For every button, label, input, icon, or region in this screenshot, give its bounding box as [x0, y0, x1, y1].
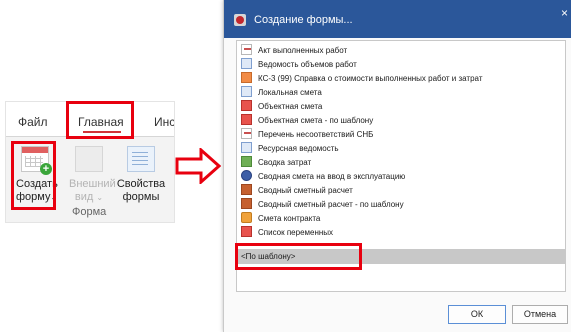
globe-icon: [241, 170, 252, 182]
list-item[interactable]: Список переменных: [241, 225, 333, 240]
document-icon: [241, 44, 252, 56]
external-view-button[interactable]: Внешний вид ⌄: [69, 146, 116, 204]
highlight-create-form: [11, 141, 56, 210]
list-item[interactable]: Сводка затрат: [241, 155, 311, 170]
list-item[interactable]: Ведомость объемов работ: [241, 57, 357, 72]
list-item[interactable]: Сводная смета на ввод в эксплуатацию: [241, 169, 405, 184]
external-view-label-line1: Внешний: [69, 178, 116, 190]
estimate-icon: [241, 114, 252, 126]
tab-file[interactable]: Файл: [18, 115, 48, 129]
calculation-icon: [241, 184, 252, 196]
list-item[interactable]: Сводный сметный расчет: [241, 183, 353, 198]
list-item[interactable]: Смета контракта: [241, 211, 320, 226]
report-icon: [241, 72, 252, 84]
estimate-icon: [241, 100, 252, 112]
create-form-dialog: Создание формы... × Акт выполненных рабо…: [223, 0, 571, 332]
chevron-down-icon: ⌄: [96, 193, 104, 202]
tab-tools[interactable]: Инстр: [154, 115, 174, 129]
dialog-title: Создание формы...: [254, 14, 353, 26]
dialog-titlebar[interactable]: Создание формы... ×: [224, 0, 571, 38]
cancel-button[interactable]: Отмена: [512, 305, 568, 324]
list-item[interactable]: Объектная смета: [241, 99, 322, 114]
variables-icon: [241, 226, 252, 238]
list-item[interactable]: Ресурсная ведомость: [241, 141, 339, 156]
highlight-template-item: [235, 243, 362, 270]
list-item[interactable]: Локальная смета: [241, 85, 322, 100]
external-view-label-line2: вид: [74, 191, 94, 203]
form-properties-label-line1: Свойства: [116, 178, 166, 190]
highlight-home-tab: [66, 101, 134, 139]
list-item[interactable]: Сводный сметный расчет - по шаблону: [241, 197, 404, 212]
sheet-icon: [241, 58, 252, 70]
document-icon: [241, 128, 252, 140]
list-item[interactable]: КС-3 (99) Справка о стоимости выполненны…: [241, 71, 482, 86]
sheet-icon: [241, 142, 252, 154]
sheet-icon: [241, 86, 252, 98]
list-item[interactable]: Перечень несоответствий СНБ: [241, 127, 373, 142]
form-properties-icon: [127, 146, 155, 172]
calculation-icon: [241, 198, 252, 210]
close-icon[interactable]: ×: [561, 6, 568, 20]
external-view-icon: [75, 146, 103, 172]
app-icon: [234, 14, 246, 26]
list-item[interactable]: Акт выполненных работ: [241, 43, 347, 58]
ribbon-group-label: Форма: [72, 206, 107, 218]
arrow-right-icon: [175, 148, 221, 184]
ok-button[interactable]: ОК: [448, 305, 506, 324]
form-properties-button[interactable]: Свойства формы: [116, 146, 166, 204]
form-properties-label-line2: формы: [122, 191, 160, 203]
contract-icon: [241, 212, 252, 224]
list-item[interactable]: Объектная смета - по шаблону: [241, 113, 373, 128]
summary-icon: [241, 156, 252, 168]
